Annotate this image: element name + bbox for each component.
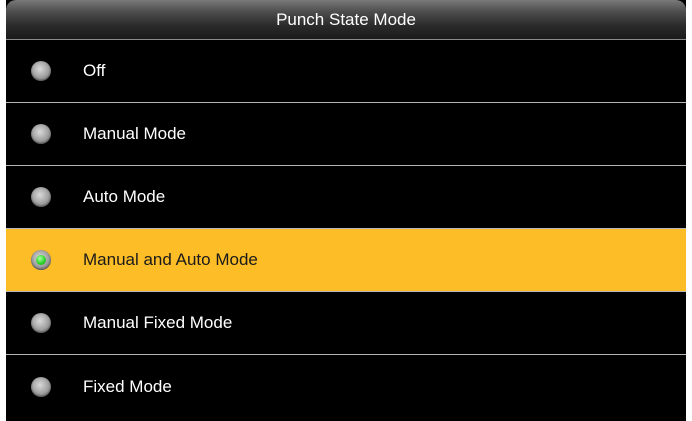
option-label: Fixed Mode [83,376,172,396]
radio-button-unselected-icon[interactable] [31,313,51,333]
page-title: Punch State Mode [6,0,686,40]
option-label: Manual Mode [83,124,187,143]
option-label: Manual Fixed Mode [83,313,233,332]
radio-selected-dot-icon [36,255,46,265]
option-off[interactable]: Off [6,40,686,103]
option-fixed-mode[interactable]: Fixed Mode [6,355,686,418]
radio-button-selected-icon[interactable] [31,250,51,270]
radio-button-unselected-icon[interactable] [31,376,51,397]
option-auto-mode[interactable]: Auto Mode [6,166,686,229]
punch-state-mode-options: Off Manual Mode Auto Mode Manual and Aut… [6,40,686,418]
option-label: Manual and Auto Mode [83,250,258,269]
option-label: Off [83,61,106,80]
option-manual-fixed-mode[interactable]: Manual Fixed Mode [6,292,686,355]
device-screen: Punch State Mode Off Manual Mode Auto Mo… [0,0,692,421]
option-manual-and-auto-mode[interactable]: Manual and Auto Mode [6,229,686,292]
settings-panel: Punch State Mode Off Manual Mode Auto Mo… [6,0,686,421]
option-label: Auto Mode [83,187,166,206]
radio-button-unselected-icon[interactable] [31,187,51,207]
radio-button-unselected-icon[interactable] [31,124,51,144]
radio-button-unselected-icon[interactable] [31,61,51,81]
option-manual-mode[interactable]: Manual Mode [6,103,686,166]
